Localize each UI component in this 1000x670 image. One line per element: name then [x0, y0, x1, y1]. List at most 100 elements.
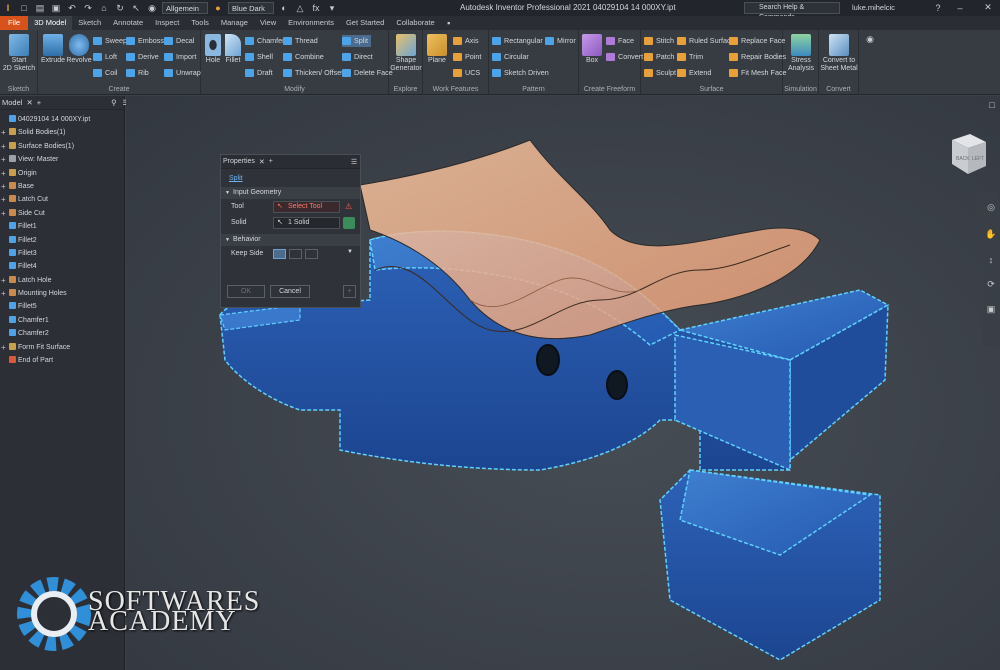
coil-button[interactable]: Coil — [93, 67, 117, 79]
browser-close-icon[interactable]: ✕ — [26, 98, 32, 107]
axis-button[interactable]: Axis — [453, 35, 479, 47]
save-icon[interactable]: ▣ — [50, 3, 62, 14]
home-icon[interactable]: ⌂ — [98, 3, 110, 14]
close-window-icon[interactable]: ✕ — [982, 2, 994, 13]
steering-wheel-icon[interactable]: ◎ — [985, 202, 997, 213]
unwrap-button[interactable]: Unwrap — [164, 67, 201, 79]
revolve-button[interactable]: Revolve — [66, 34, 92, 65]
extrude-button[interactable]: Extrude — [40, 34, 66, 65]
tab-manage[interactable]: Manage — [215, 16, 254, 30]
sculpt-button[interactable]: Sculpt — [644, 67, 676, 79]
tree-expander-icon[interactable]: + — [1, 153, 8, 166]
update-icon[interactable]: ↻ — [114, 3, 126, 14]
tree-item[interactable]: + Latch Cut — [0, 193, 124, 206]
replace-face-button[interactable]: Replace Face — [729, 35, 785, 47]
convert-freeform-button[interactable]: Convert — [606, 51, 643, 63]
mirror-button[interactable]: Mirror — [545, 35, 576, 47]
properties-close-icon[interactable]: ✕ — [259, 158, 265, 166]
keep-side-both-icon[interactable] — [273, 249, 286, 259]
tree-item[interactable]: Fillet5 — [0, 300, 124, 313]
box-button[interactable]: Box — [581, 34, 603, 65]
solid-selector[interactable]: ↖ 1 Solid — [273, 217, 340, 229]
keep-side-right-icon[interactable] — [305, 249, 318, 259]
split-command-tab[interactable]: Split — [221, 169, 360, 184]
tree-item[interactable]: Fillet3 — [0, 247, 124, 260]
tree-item[interactable]: + View: Master — [0, 153, 124, 166]
tree-item[interactable]: + Mounting Holes — [0, 287, 124, 300]
tree-expander-icon[interactable]: + — [1, 140, 8, 153]
extend-button[interactable]: Extend — [677, 67, 711, 79]
rib-button[interactable]: Rib — [126, 67, 149, 79]
redo-icon[interactable]: ↷ — [82, 3, 94, 14]
open-icon[interactable]: ▤ — [34, 3, 46, 14]
properties-add-icon[interactable]: + — [269, 158, 273, 165]
minimize-icon[interactable]: – — [954, 2, 966, 13]
sweep-button[interactable]: Sweep — [93, 35, 127, 47]
draft-button[interactable]: Draft — [245, 67, 273, 79]
inventor-logo-icon[interactable]: I — [2, 3, 14, 14]
shape-generator-button[interactable]: Shape Generator — [390, 34, 422, 73]
orbit-icon[interactable]: ⟳ — [985, 279, 997, 290]
qat-more-icon[interactable]: ▾ — [326, 3, 338, 14]
tree-expander-icon[interactable]: + — [1, 167, 8, 180]
emboss-button[interactable]: Emboss — [126, 35, 164, 47]
tab-inspect[interactable]: Inspect — [149, 16, 185, 30]
tab-get-started[interactable]: Get Started — [340, 16, 390, 30]
user-name[interactable]: luke.mihelcic — [852, 3, 895, 12]
point-button[interactable]: Point — [453, 51, 481, 63]
adjust-icon[interactable]: △ — [294, 3, 306, 14]
tree-item[interactable]: Fillet1 — [0, 220, 124, 233]
fillet-button[interactable]: Fillet — [223, 34, 243, 65]
tree-item[interactable]: + Solid Bodies(1) — [0, 126, 124, 139]
tab-annotate[interactable]: Annotate — [107, 16, 149, 30]
plane-button[interactable]: Plane — [425, 34, 449, 65]
repair-bodies-button[interactable]: Repair Bodies — [729, 51, 786, 63]
appearance-select[interactable]: Blue Dark — [228, 2, 274, 14]
stitch-button[interactable]: Stitch — [644, 35, 674, 47]
lower-prong[interactable] — [659, 469, 881, 661]
tab-3d-model[interactable]: 3D Model — [28, 16, 73, 30]
properties-menu-icon[interactable]: ☰ — [351, 158, 357, 166]
tree-item[interactable]: Chamfer2 — [0, 327, 124, 340]
ribbon-options-icon[interactable]: ▪ — [443, 18, 455, 29]
mounting-hole-1[interactable] — [536, 344, 560, 376]
tree-item[interactable]: Fillet2 — [0, 234, 124, 247]
ruled-surface-button[interactable]: Ruled Surface — [677, 35, 735, 47]
face-button[interactable]: Face — [606, 35, 634, 47]
tool-selector[interactable]: ↖ Select Tool — [273, 201, 340, 213]
tree-item[interactable]: Fillet4 — [0, 260, 124, 273]
tab-environments[interactable]: Environments — [282, 16, 340, 30]
thread-button[interactable]: Thread — [283, 35, 318, 47]
keep-side-left-icon[interactable] — [289, 249, 302, 259]
tree-item[interactable]: + Base — [0, 180, 124, 193]
sketch-driven-button[interactable]: Sketch Driven — [492, 67, 549, 79]
zoom-icon[interactable]: ↕ — [985, 254, 997, 265]
tree-expander-icon[interactable]: + — [1, 193, 8, 206]
pan-icon[interactable]: ✋ — [985, 229, 997, 240]
chamfer-button[interactable]: Chamfer — [245, 35, 285, 47]
stress-analysis-button[interactable]: Stress Analysis — [784, 34, 818, 73]
input-geometry-section[interactable]: Input Geometry — [221, 187, 360, 199]
tree-item[interactable]: + Origin — [0, 167, 124, 180]
behavior-section[interactable]: Behavior — [221, 234, 360, 246]
help-icon[interactable]: ? — [932, 2, 944, 13]
combine-button[interactable]: Combine — [283, 51, 324, 63]
browser-search-icon[interactable]: ⚲ — [111, 98, 117, 107]
start-2d-sketch-button[interactable]: Start 2D Sketch — [2, 34, 36, 73]
undo-icon[interactable]: ↶ — [66, 3, 78, 14]
delete-face-button[interactable]: Delete Face — [342, 67, 393, 79]
tree-expander-icon[interactable]: + — [1, 207, 8, 220]
browser-tab-model[interactable]: Model — [2, 98, 22, 107]
derive-button[interactable]: Derive — [126, 51, 159, 63]
tree-item[interactable]: End of Part — [0, 354, 124, 367]
loft-button[interactable]: Loft — [93, 51, 117, 63]
tab-view[interactable]: View — [254, 16, 282, 30]
tab-file[interactable]: File — [0, 16, 29, 30]
keep-side-dropdown-icon[interactable]: ▼ — [347, 249, 353, 255]
hole-button[interactable]: Hole — [203, 34, 223, 65]
tree-expander-icon[interactable]: + — [1, 274, 8, 287]
tree-item[interactable]: + Latch Hole — [0, 274, 124, 287]
tree-expander-icon[interactable]: + — [1, 180, 8, 193]
tree-expander-icon[interactable]: + — [1, 341, 8, 354]
circular-button[interactable]: Circular — [492, 51, 529, 63]
